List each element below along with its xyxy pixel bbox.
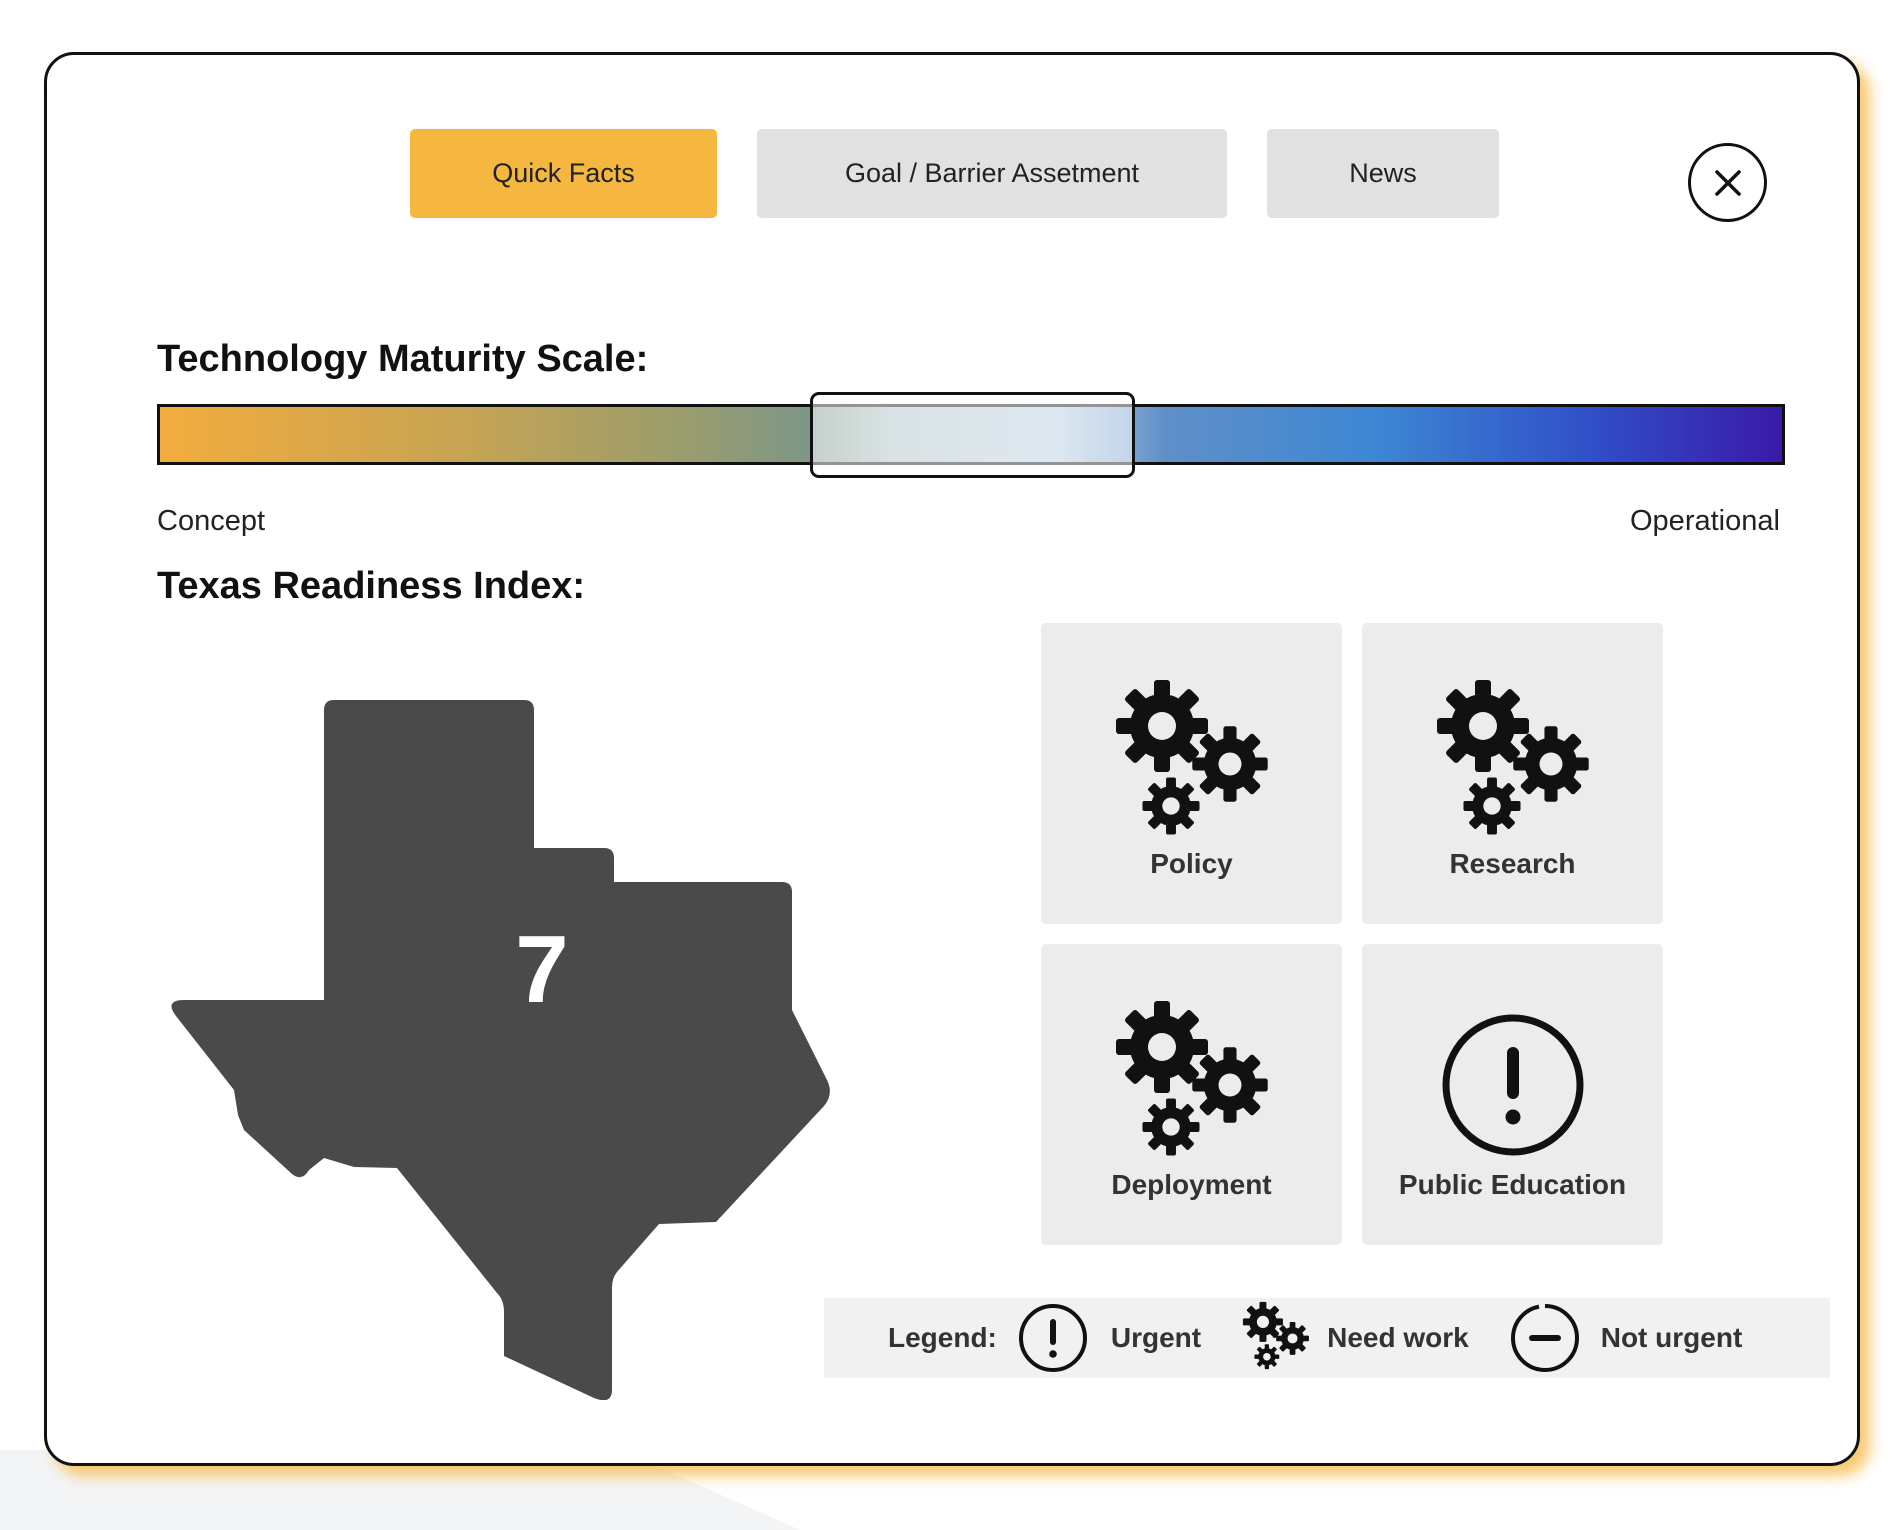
maturity-scale-title: Technology Maturity Scale: (157, 338, 649, 380)
category-card-public-education[interactable]: Public Education (1362, 944, 1663, 1245)
texas-map-shape (171, 700, 830, 1400)
card-label-research: Research (1449, 848, 1576, 879)
gears-icon (1243, 1301, 1310, 1370)
exclamation-circle-icon (1018, 1304, 1087, 1372)
readiness-index-title: Texas Readiness Index: (157, 565, 586, 607)
card-label-public-education: Public Education (1398, 1169, 1627, 1200)
exclamation-circle-icon (1442, 1014, 1583, 1156)
tab-goal-barrier-assessment[interactable]: Goal / Barrier Assetment (757, 129, 1227, 218)
legend-bar: Legend: Urgent Need work Not urgent (824, 1298, 1830, 1378)
scale-label-operational: Operational (1630, 505, 1780, 537)
category-card-policy[interactable]: Policy (1041, 623, 1342, 924)
state-detail-modal: Quick Facts Goal / Barrier Assetment New… (44, 52, 1860, 1466)
card-label-deployment: Deployment (1111, 1169, 1272, 1200)
card-label-policy: Policy (1150, 848, 1233, 879)
legend-label-not-urgent: Not urgent (1600, 1322, 1743, 1353)
gears-icon (1115, 680, 1268, 835)
gears-icon (1436, 680, 1589, 835)
maturity-scale-indicator (810, 392, 1135, 478)
category-card-research[interactable]: Research (1362, 623, 1663, 924)
close-icon (1714, 169, 1741, 196)
scale-label-concept: Concept (157, 505, 266, 537)
readiness-index-value: 7 (515, 916, 569, 1023)
legend-label-need-work: Need work (1327, 1322, 1469, 1353)
category-card-deployment[interactable]: Deployment (1041, 944, 1342, 1245)
legend-title: Legend: (888, 1322, 997, 1353)
tab-quick-facts[interactable]: Quick Facts (410, 129, 717, 218)
minus-circle-icon (1510, 1304, 1579, 1372)
tab-news[interactable]: News (1267, 129, 1499, 218)
legend-label-urgent: Urgent (1110, 1322, 1202, 1353)
gears-icon (1115, 1001, 1268, 1156)
close-button[interactable] (1688, 143, 1767, 222)
